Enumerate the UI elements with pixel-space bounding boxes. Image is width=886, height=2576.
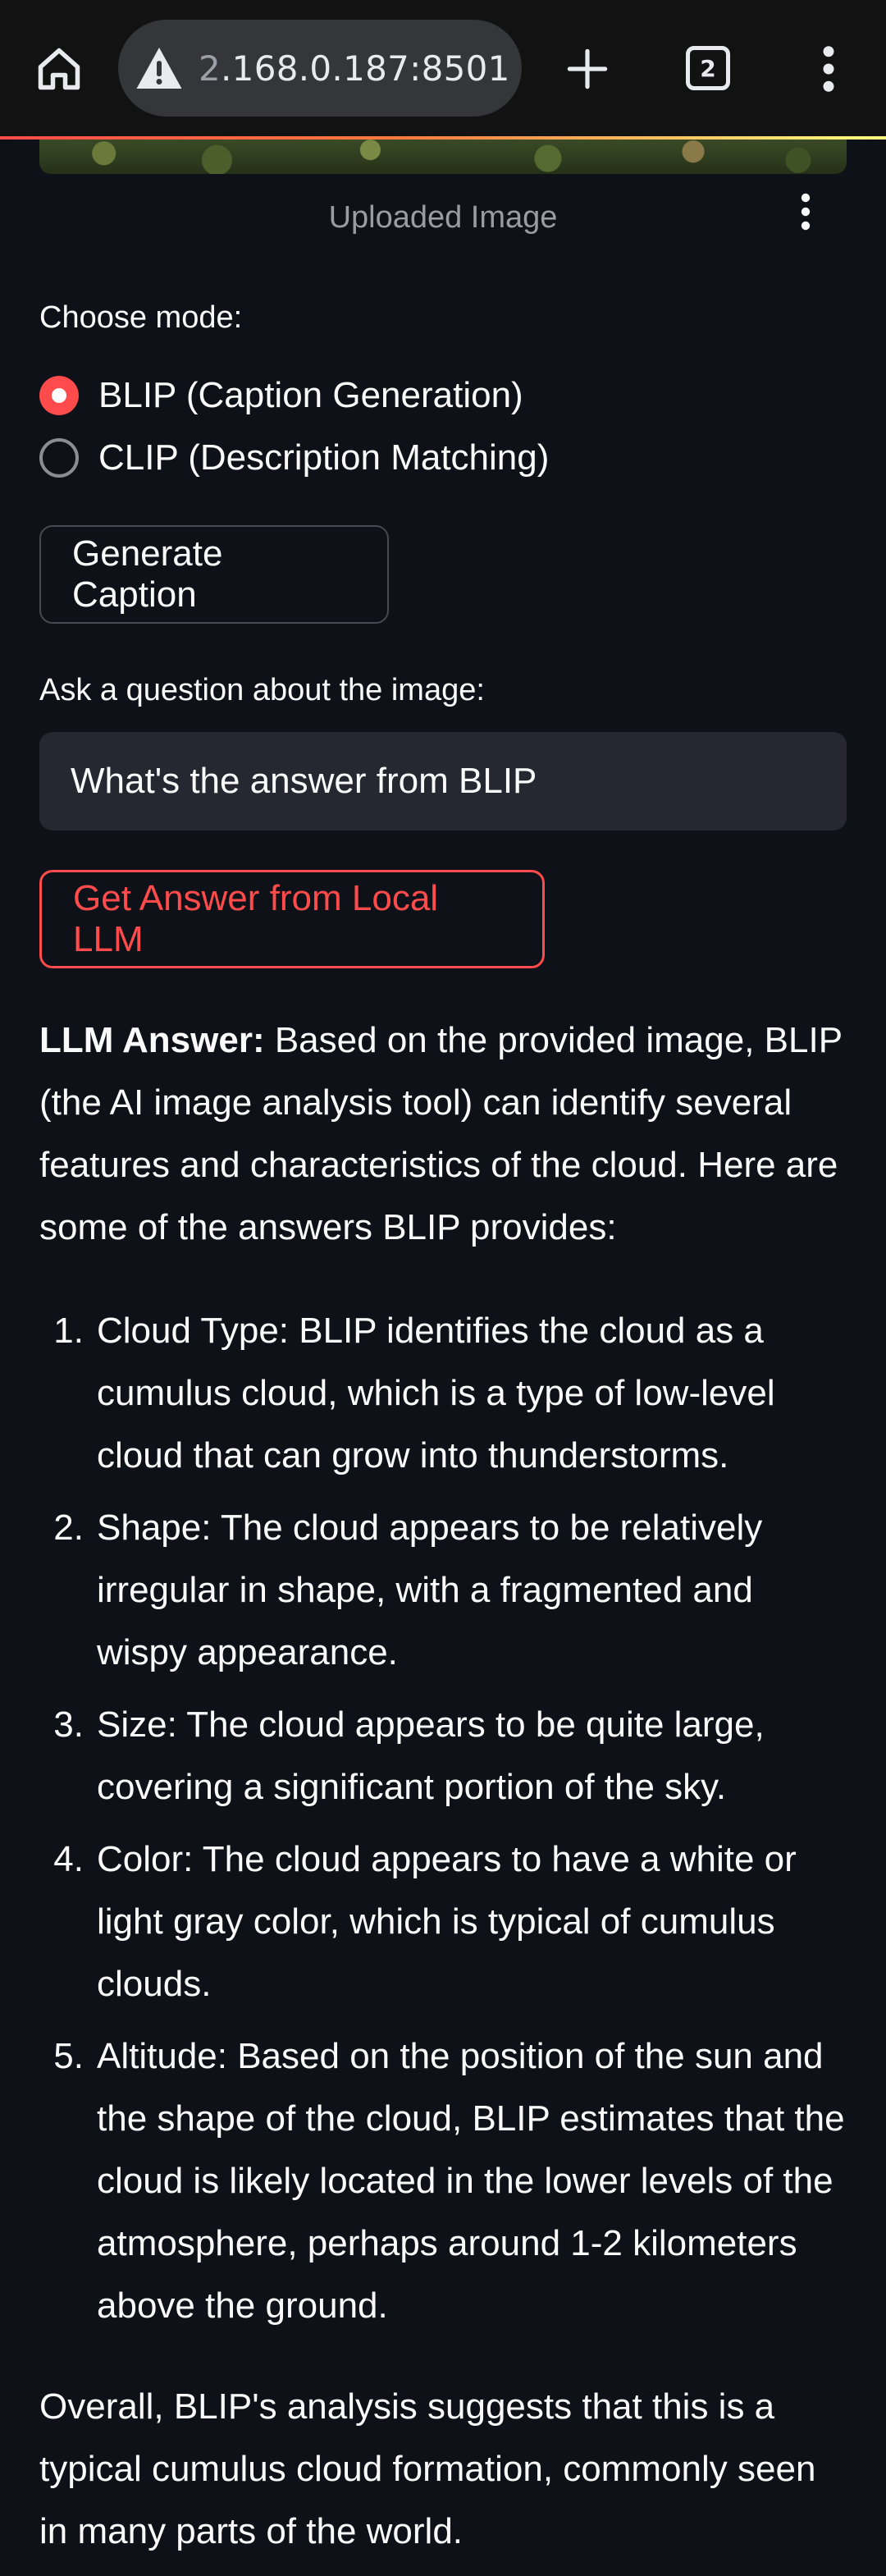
llm-answer-heading: LLM Answer:: [39, 1020, 265, 1060]
uploaded-image: [39, 140, 847, 174]
question-input[interactable]: What's the answer from BLIP: [39, 732, 847, 830]
home-button[interactable]: [25, 38, 94, 100]
radio-option-label: BLIP (Caption Generation): [98, 375, 523, 415]
tabs-icon[interactable]: 2: [686, 46, 730, 90]
list-number: 5.: [53, 2036, 84, 2076]
list-text: Cloud Type: BLIP identifies the cloud as…: [97, 1311, 775, 1476]
home-icon: [38, 48, 80, 90]
list-text: Altitude: Based on the position of the s…: [97, 2036, 845, 2326]
list-item: 5. Altitude: Based on the position of the…: [39, 2025, 852, 2337]
radio-selected-icon[interactable]: [39, 376, 79, 415]
browser-menu-button[interactable]: [804, 38, 853, 100]
list-number: 1.: [53, 1311, 84, 1351]
generate-caption-button[interactable]: Generate Caption: [39, 525, 389, 624]
radio-option-blip[interactable]: BLIP (Caption Generation): [39, 371, 523, 420]
address-bar[interactable]: 2.168.0.187:8501: [118, 20, 522, 117]
list-number: 4.: [53, 1839, 84, 1879]
list-text: Size: The cloud appears to be quite larg…: [97, 1704, 765, 1807]
url-prefix: 2: [199, 48, 222, 89]
more-vert-icon: [801, 193, 811, 231]
url-text: 2.168.0.187:8501: [199, 48, 510, 89]
warning-icon[interactable]: [135, 45, 184, 91]
radio-option-label: CLIP (Description Matching): [98, 437, 550, 478]
list-item: 1. Cloud Type: BLIP identifies the cloud …: [39, 1300, 852, 1487]
image-caption: Uploaded Image: [328, 200, 558, 235]
list-text: Color: The cloud appears to have a white…: [97, 1839, 797, 2004]
element-menu-button[interactable]: [789, 190, 822, 233]
list-number: 3.: [53, 1704, 84, 1745]
question-label: Ask a question about the image:: [39, 673, 485, 707]
radio-unselected-icon[interactable]: [39, 438, 79, 478]
list-number: 2.: [53, 1508, 84, 1548]
llm-answer-summary: Overall, BLIP's analysis suggests that t…: [39, 2386, 816, 2551]
radio-option-clip[interactable]: CLIP (Description Matching): [39, 433, 549, 483]
tab-count: 2: [700, 54, 716, 82]
list-item: 3. Size: The cloud appears to be quite la…: [39, 1694, 852, 1819]
url-host: .168.0.187:8501: [221, 48, 510, 89]
list-text: Shape: The cloud appears to be relativel…: [97, 1508, 763, 1672]
list-item: 2. Shape: The cloud appears to be relativ…: [39, 1497, 852, 1684]
new-tab-button[interactable]: [555, 36, 620, 102]
mode-label: Choose mode:: [39, 300, 243, 335]
answer-list: 1. Cloud Type: BLIP identifies the cloud …: [39, 1300, 852, 2347]
list-item: 4. Color: The cloud appears to have a whi…: [39, 1828, 852, 2016]
get-llm-answer-button[interactable]: Get Answer from Local LLM: [39, 870, 545, 968]
more-vert-icon: [823, 46, 834, 92]
browser-toolbar: 2.168.0.187:8501 2: [0, 0, 886, 138]
llm-answer-intro: LLM Answer: Based on the provided image,…: [39, 1009, 852, 1259]
plus-icon: [567, 48, 608, 89]
